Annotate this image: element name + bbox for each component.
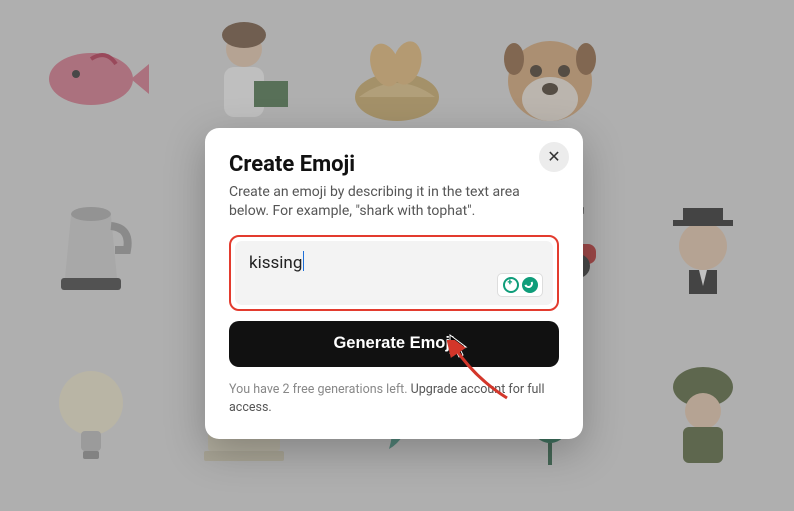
quota-message: You have 2 free generations left. Upgrad… [229, 381, 559, 417]
prompt-input[interactable]: kissing + [235, 241, 553, 305]
close-icon: ✕ [547, 147, 560, 167]
modal-description: Create an emoji by describing it in the … [229, 183, 559, 221]
generate-emoji-button[interactable]: Generate Emoji [229, 321, 559, 367]
prompt-input-highlight: kissing + [229, 235, 559, 311]
quota-text: You have 2 free generations left. [229, 382, 411, 397]
create-emoji-modal: ✕ Create Emoji Create an emoji by descri… [205, 128, 583, 439]
text-caret [303, 251, 304, 271]
modal-title: Create Emoji [229, 152, 559, 177]
grammarly-icon[interactable]: + [497, 273, 543, 297]
close-button[interactable]: ✕ [539, 142, 569, 172]
prompt-input-text: kissing [249, 253, 302, 273]
